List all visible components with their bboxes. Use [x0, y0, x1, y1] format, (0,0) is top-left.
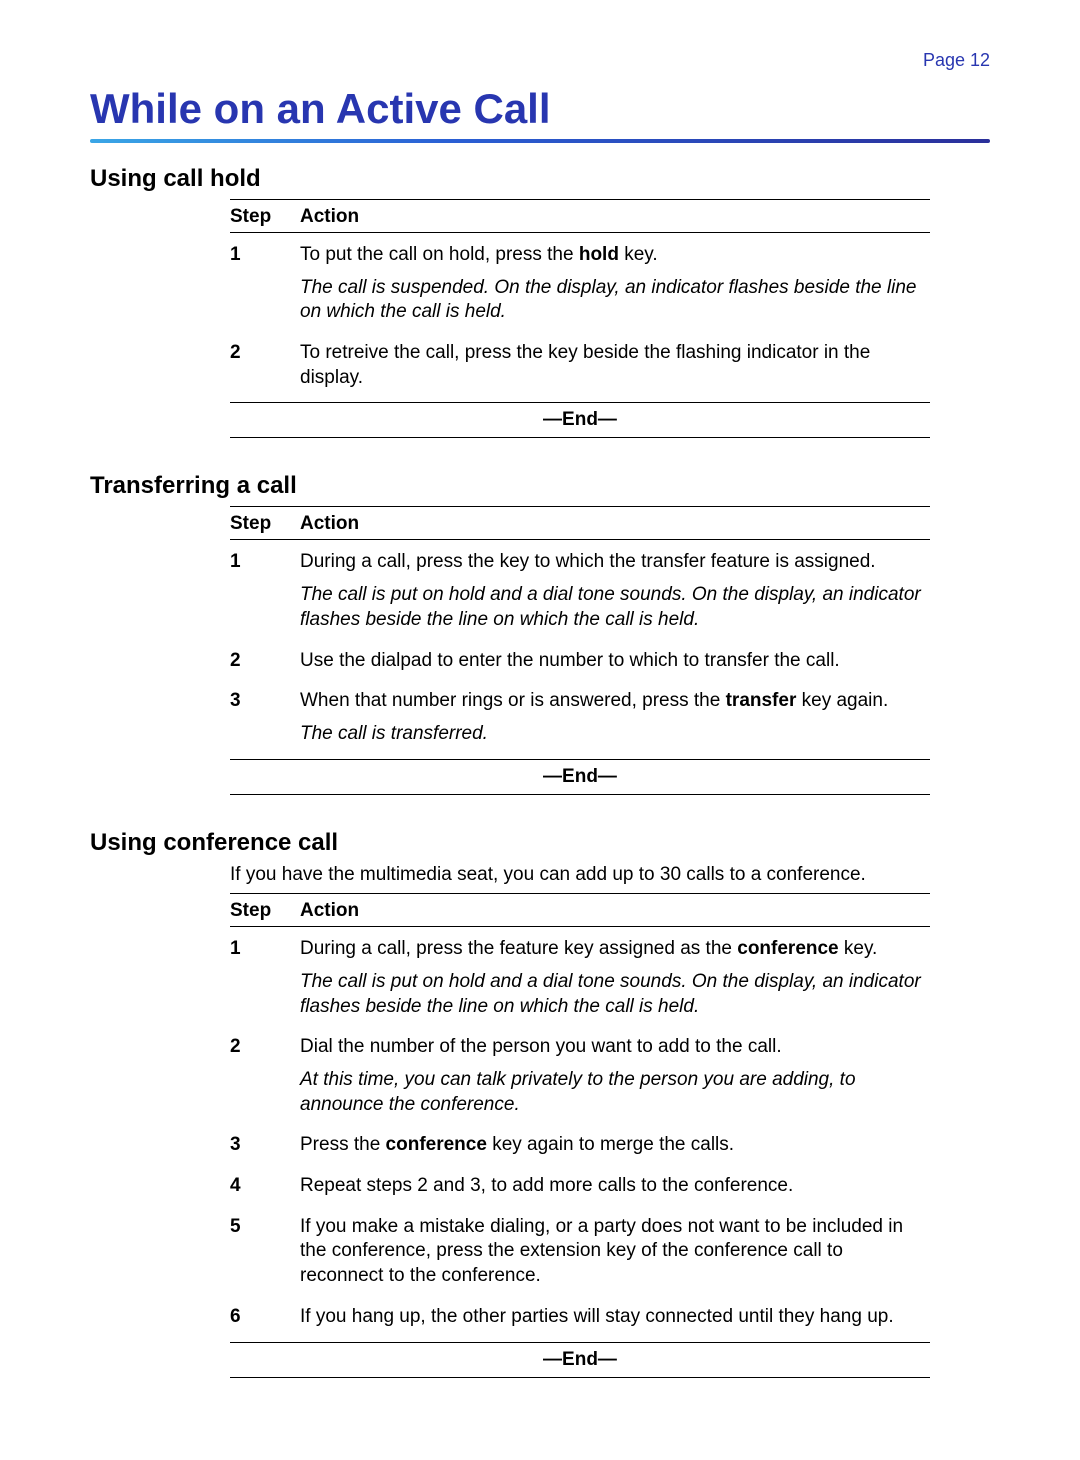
- action-text: When that number rings or is answered, p…: [300, 689, 930, 714]
- table-row: 1During a call, press the key to which t…: [230, 542, 930, 640]
- page-title: While on an Active Call: [90, 85, 990, 133]
- header-action: Action: [300, 513, 930, 535]
- step-action: If you hang up, the other parties will s…: [300, 1305, 930, 1330]
- header-step: Step: [230, 900, 300, 922]
- table-header-row: StepAction: [230, 204, 930, 230]
- title-underline: [90, 139, 990, 143]
- end-marker: —End—: [230, 407, 930, 433]
- step-action: Press the conference key again to merge …: [300, 1133, 930, 1158]
- step-table: StepAction1During a call, press the key …: [230, 506, 930, 759]
- step-number: 5: [230, 1215, 300, 1289]
- step-action: Repeat steps 2 and 3, to add more calls …: [300, 1174, 930, 1199]
- table-row: 1To put the call on hold, press the hold…: [230, 235, 930, 333]
- step-table: StepAction1To put the call on hold, pres…: [230, 199, 930, 403]
- action-text: If you hang up, the other parties will s…: [300, 1305, 930, 1330]
- step-number: 1: [230, 550, 300, 632]
- table-row: 4Repeat steps 2 and 3, to add more calls…: [230, 1166, 930, 1207]
- section-heading: Using call hold: [90, 165, 990, 193]
- section-heading: Using conference call: [90, 829, 990, 857]
- action-bold-term: transfer: [726, 690, 797, 711]
- step-number: 1: [230, 937, 300, 1019]
- header-action: Action: [300, 900, 930, 922]
- step-action: When that number rings or is answered, p…: [300, 689, 930, 746]
- page-number: Page 12: [90, 50, 990, 71]
- step-number: 6: [230, 1305, 300, 1330]
- step-number: 2: [230, 341, 300, 390]
- sections-container: Using call holdStepAction1To put the cal…: [90, 165, 990, 1400]
- table-row: 6If you hang up, the other parties will …: [230, 1297, 930, 1338]
- table-header-row: StepAction: [230, 511, 930, 537]
- action-text: If you make a mistake dialing, or a part…: [300, 1215, 930, 1289]
- step-action: To put the call on hold, press the hold …: [300, 243, 930, 325]
- header-step: Step: [230, 513, 300, 535]
- step-action: During a call, press the key to which th…: [300, 550, 930, 632]
- step-note: The call is put on hold and a dial tone …: [300, 583, 930, 632]
- step-number: 2: [230, 649, 300, 674]
- action-text: To put the call on hold, press the hold …: [300, 243, 930, 268]
- action-bold-term: hold: [579, 244, 619, 265]
- step-action: To retreive the call, press the key besi…: [300, 341, 930, 390]
- step-note: The call is suspended. On the display, a…: [300, 276, 930, 325]
- section-heading: Transferring a call: [90, 472, 990, 500]
- action-text: Repeat steps 2 and 3, to add more calls …: [300, 1174, 930, 1199]
- table-row: 1During a call, press the feature key as…: [230, 929, 930, 1027]
- step-number: 1: [230, 243, 300, 325]
- action-text: During a call, press the feature key ass…: [300, 937, 930, 962]
- header-action: Action: [300, 206, 930, 228]
- step-note: At this time, you can talk privately to …: [300, 1068, 930, 1117]
- end-marker: —End—: [230, 764, 930, 790]
- step-table: StepAction1During a call, press the feat…: [230, 893, 930, 1342]
- action-text: To retreive the call, press the key besi…: [300, 341, 930, 390]
- table-row: 3When that number rings or is answered, …: [230, 681, 930, 754]
- table-header-row: StepAction: [230, 898, 930, 924]
- end-marker: —End—: [230, 1347, 930, 1373]
- step-action: During a call, press the feature key ass…: [300, 937, 930, 1019]
- table-row: 3Press the conference key again to merge…: [230, 1125, 930, 1166]
- action-text: Use the dialpad to enter the number to w…: [300, 649, 930, 674]
- step-number: 2: [230, 1035, 300, 1117]
- step-number: 4: [230, 1174, 300, 1199]
- action-bold-term: conference: [386, 1134, 487, 1155]
- step-note: The call is transferred.: [300, 722, 930, 747]
- header-step: Step: [230, 206, 300, 228]
- step-note: The call is put on hold and a dial tone …: [300, 970, 930, 1019]
- table-row: 2Use the dialpad to enter the number to …: [230, 641, 930, 682]
- action-text: Press the conference key again to merge …: [300, 1133, 930, 1158]
- step-number: 3: [230, 689, 300, 746]
- section-intro: If you have the multimedia seat, you can…: [230, 863, 990, 888]
- step-action: Dial the number of the person you want t…: [300, 1035, 930, 1117]
- step-number: 3: [230, 1133, 300, 1158]
- table-row: 2Dial the number of the person you want …: [230, 1027, 930, 1125]
- action-text: Dial the number of the person you want t…: [300, 1035, 930, 1060]
- table-row: 5If you make a mistake dialing, or a par…: [230, 1207, 930, 1297]
- action-bold-term: conference: [737, 938, 838, 959]
- step-action: Use the dialpad to enter the number to w…: [300, 649, 930, 674]
- step-action: If you make a mistake dialing, or a part…: [300, 1215, 930, 1289]
- table-row: 2To retreive the call, press the key bes…: [230, 333, 930, 398]
- action-text: During a call, press the key to which th…: [300, 550, 930, 575]
